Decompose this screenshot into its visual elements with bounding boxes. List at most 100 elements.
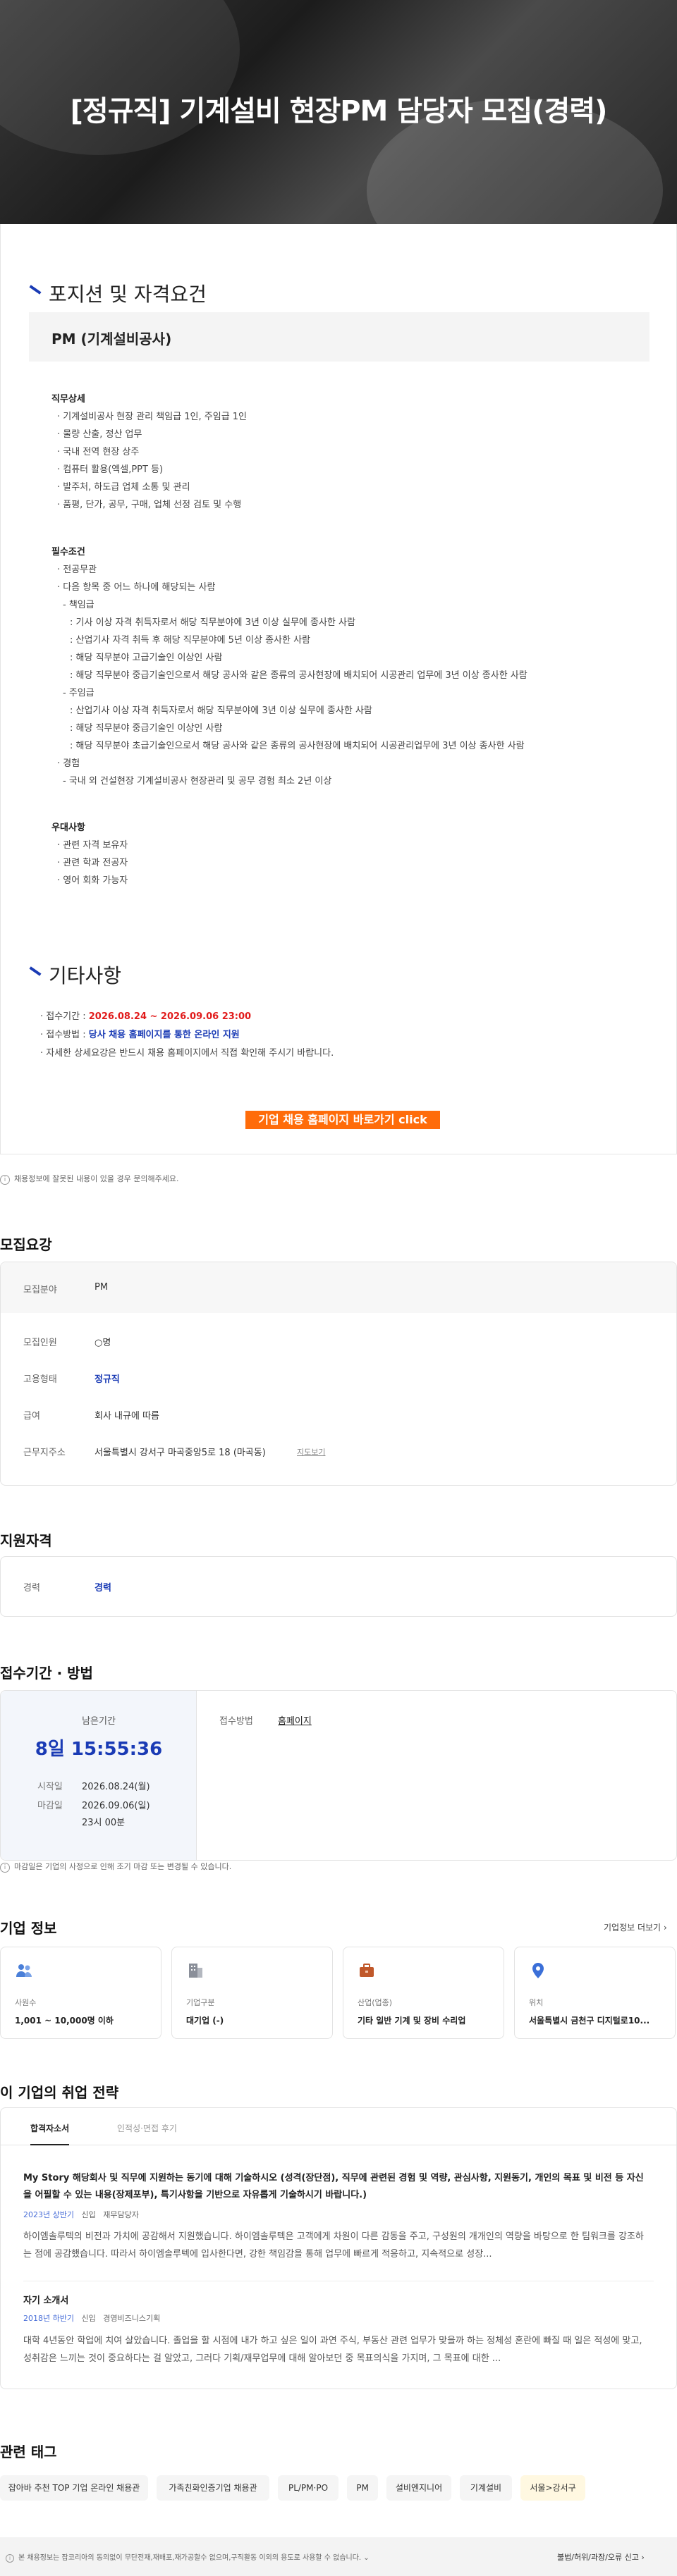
req-line: · 경험	[57, 758, 80, 769]
duties-title: 직무상세	[51, 394, 85, 405]
deadline-notice: i 마감일은 기업의 사정으로 인해 조기 마감 또는 변경될 수 있습니다.	[0, 1861, 231, 1873]
apply-heading: 접수기간 · 방법	[0, 1665, 93, 1682]
apply-card: 남은기간 8일 15:55:36 시작일 2026.08.24(월) 마감일 2…	[0, 1690, 677, 1861]
pref-line: · 영어 회화 가능자	[57, 875, 128, 886]
etc-heading-text: 기타사항	[49, 964, 122, 987]
end-time: 23시 00분	[82, 1818, 126, 1828]
footer-bar: i 본 채용정보는 잡코리아의 동의없이 무단전재,재배포,재가공할수 없으며,구…	[0, 2537, 677, 2576]
duty-line: · 컴퓨터 활용(엑셀,PPT 등)	[57, 464, 164, 475]
row-label: 고용형태	[23, 1374, 57, 1385]
hero-shadow	[0, 0, 240, 155]
company-homepage-button[interactable]: 기업 채용 홈페이지 바로가기 click	[245, 1111, 440, 1129]
strategy-item-meta: 2018년 하반기 신입 경영비즈니스기획	[23, 2312, 160, 2324]
heading-mark	[29, 285, 42, 295]
company-more-link[interactable]: 기업정보 더보기 ›	[604, 1921, 667, 1933]
people-icon	[16, 1964, 32, 1977]
row-label: 모집분야	[23, 1285, 57, 1295]
briefcase-icon	[360, 1964, 374, 1977]
pin-icon	[532, 1963, 544, 1978]
chevron-right-icon: ›	[663, 1923, 667, 1933]
pref-line: · 관련 학과 전공자	[57, 858, 128, 868]
start-label: 시작일	[37, 1782, 63, 1792]
company-card-location: 위치 서울특별시 금천구 디지털로10...	[514, 1947, 676, 2039]
duty-line: · 발주처, 하도급 업체 소통 및 관리	[57, 482, 190, 493]
method-label: · 접수방법 :	[40, 1030, 89, 1040]
req-line: - 국내 외 건설현장 기계설비공사 현장관리 및 공무 경험 최소 2년 이상	[63, 776, 332, 787]
summary-heading: 모집요강	[0, 1236, 52, 1253]
strategy-item-meta: 2023년 상반기 신입 재무담당자	[23, 2209, 139, 2220]
deadline-notice-text: 마감일은 기업의 사정으로 인해 조기 마감 또는 변경될 수 있습니다.	[14, 1862, 232, 1871]
apply-method-link[interactable]: 홈페이지	[278, 1713, 312, 1727]
footer-notice: i 본 채용정보는 잡코리아의 동의없이 무단전재,재배포,재가공할수 없으며,구…	[6, 2551, 370, 2563]
card-value: 1,001 ~ 10,000명 이하	[15, 2016, 114, 2026]
chevron-right-icon: ›	[641, 2553, 645, 2562]
hero-title: [정규직] 기계설비 현장PM 담당자 모집(경력)	[70, 95, 608, 128]
report-notice-text[interactable]: 채용정보에 잘못된 내용이 있을 경우 문의해주세요.	[14, 1174, 179, 1183]
qual-label: 경력	[23, 1583, 40, 1594]
report-link-text: 불법/허위/과장/오류 신고	[557, 2553, 639, 2562]
card-label: 사원수	[15, 1998, 37, 2007]
method-line: · 접수방법 : 당사 채용 홈페이지를 통한 온라인 지원	[40, 1027, 240, 1040]
company-card-employees: 사원수 1,001 ~ 10,000명 이하	[0, 1947, 161, 2039]
strategy-card: 합격자소서 인적성·면접 후기 My Story 해당회사 및 직무에 지원하는…	[0, 2107, 677, 2389]
req-line: : 산업기사 이상 자격 취득자로서 해당 직무분야에 3년 이상 실무에 종사…	[70, 705, 372, 716]
remain-label: 남은기간	[82, 1716, 116, 1727]
req-line: : 기사 이상 자격 취득자로서 해당 직무분야에 3년 이상 실무에 종사한 …	[70, 617, 355, 628]
row-label: 근무지주소	[23, 1448, 66, 1458]
req-line: : 산업기사 자격 취득 후 해당 직무분야에 5년 이상 종사한 사람	[70, 635, 311, 646]
card-value: 기타 일반 기계 및 장비 수리업	[358, 2016, 466, 2026]
period-line: · 접수기간 : 2026.08.24 ~ 2026.09.06 23:00	[40, 1009, 251, 1022]
tag-item[interactable]: PM	[347, 2475, 378, 2501]
report-link[interactable]: 불법/허위/과장/오류 신고 ›	[557, 2551, 645, 2563]
company-card-type: 기업구분 대기업 (-)	[171, 1947, 333, 2039]
req-line: : 해당 직무분야 중급기술인 이상인 사람	[70, 723, 223, 734]
footer-notice-text: 본 채용정보는 잡코리아의 동의없이 무단전재,재배포,재가공할수 없으며,구직…	[18, 2554, 362, 2562]
row-value: 서울특별시 강서구 마곡중앙5로 18 (마곡동)	[94, 1448, 266, 1458]
tag-item[interactable]: 기계설비	[460, 2475, 512, 2501]
row-value: ○명	[94, 1338, 111, 1348]
req-line: : 해당 직무분야 중급기술인으로서 해당 공사와 같은 종류의 공사현장에 배…	[70, 670, 527, 681]
row-value: PM	[94, 1282, 109, 1293]
tag-item[interactable]: 잡아바 추천 TOP 기업 온라인 채용관	[0, 2475, 148, 2501]
pref-line: · 관련 자격 보유자	[57, 840, 128, 851]
meta-career: 신입	[81, 2314, 96, 2323]
req-line: · 다음 항목 중 어느 하나에 해당되는 사람	[57, 582, 216, 593]
meta-job: 경영비즈니스기획	[103, 2314, 161, 2323]
tab-interview-review[interactable]: 인적성·면접 후기	[117, 2122, 177, 2134]
tag-item[interactable]: 설비엔지니어	[386, 2475, 451, 2501]
strategy-item-title[interactable]: My Story 해당회사 및 직무에 지원하는 동기에 대해 기술하시오 (성…	[23, 2170, 651, 2204]
duty-line: · 품평, 단가, 공무, 구매, 업체 선정 검토 및 수행	[57, 500, 242, 510]
remain-timer: 8일 15:55:36	[35, 1739, 163, 1760]
meta-season: 2018년 하반기	[23, 2314, 74, 2323]
map-link[interactable]: 지도보기	[297, 1446, 325, 1458]
row-value: 회사 내규에 따름	[94, 1411, 159, 1422]
card-value: 대기업 (-)	[186, 2016, 224, 2026]
period-label: · 접수기간 :	[40, 1011, 89, 1022]
end-label: 마감일	[37, 1801, 63, 1811]
duty-line: · 물량 산출, 정산 업무	[57, 429, 142, 440]
tag-item[interactable]: 가족친화인증기업 채용관	[157, 2475, 269, 2501]
summary-card: 모집분야 PM 모집인원 ○명 고용형태 정규직 급여 회사 내규에 따름 근무지주소 서…	[0, 1262, 677, 1486]
tag-item[interactable]: 서울>강서구	[520, 2475, 585, 2501]
building-icon	[189, 1964, 202, 1978]
hero-banner: [정규직] 기계설비 현장PM 담당자 모집(경력)	[0, 0, 677, 224]
req-line: - 책임급	[63, 600, 94, 610]
info-icon: i	[0, 1863, 10, 1873]
role-title: PM (기계설비공사)	[51, 331, 172, 347]
meta-season: 2023년 상반기	[23, 2210, 74, 2219]
row-label: 모집인원	[23, 1338, 57, 1348]
tag-item[interactable]: PL/PM·PO	[278, 2475, 338, 2501]
meta-job: 재무담당자	[103, 2210, 139, 2219]
duty-line: · 기계설비공사 현장 관리 책임급 1인, 주임급 1인	[57, 412, 248, 422]
strategy-item-title[interactable]: 자기 소개서	[23, 2293, 68, 2306]
tab-cover-letter[interactable]: 합격자소서	[30, 2122, 70, 2145]
row-label: 급여	[23, 1411, 40, 1422]
detail-line: · 자세한 상세요강은 반드시 채용 홈페이지에서 직접 확인해 주시기 바랍니…	[40, 1048, 334, 1059]
card-label: 산업(업종)	[358, 1998, 393, 2007]
tags-heading: 관련 태그	[0, 2443, 57, 2460]
req-line: : 해당 직무분야 고급기술인 이상인 사람	[70, 653, 223, 663]
chevron-down-icon[interactable]: ⌄	[363, 2554, 369, 2562]
company-more-text: 기업정보 더보기	[604, 1923, 661, 1933]
heading-mark	[29, 966, 42, 976]
meta-career: 신입	[81, 2210, 96, 2219]
